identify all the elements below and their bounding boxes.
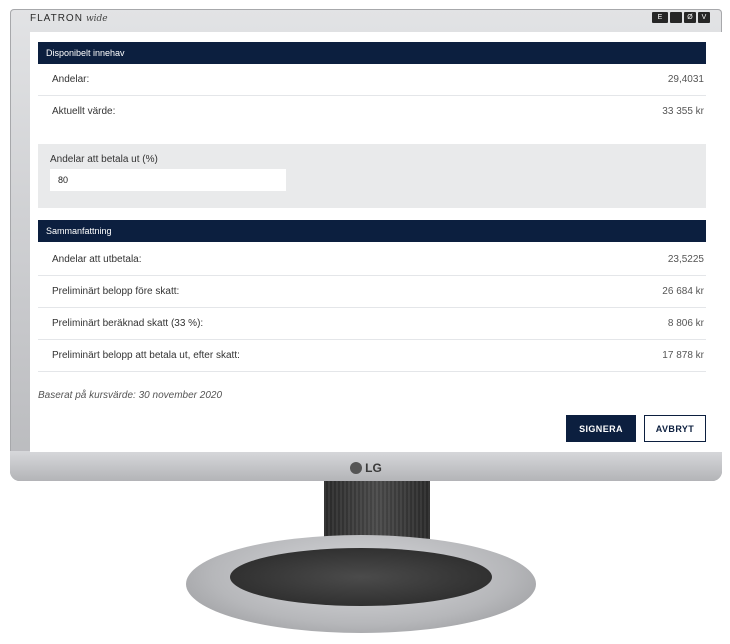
holdings-row-units: Andelar: 29,4031	[38, 64, 706, 96]
monitor-brand: FLATRON wide	[30, 13, 108, 24]
payout-input-panel: Andelar att betala ut (%)	[38, 144, 706, 208]
row-value: 33 355 kr	[662, 106, 704, 117]
screen: Disponibelt innehav Andelar: 29,4031 Akt…	[30, 32, 722, 452]
brand-sub: wide	[85, 14, 108, 24]
row-value: 26 684 kr	[662, 286, 704, 297]
cancel-button[interactable]: AVBRYT	[644, 415, 706, 442]
holdings-row-current-value: Aktuellt värde: 33 355 kr	[38, 96, 706, 128]
power-badge-icon: Ø	[684, 12, 696, 23]
row-value: 17 878 kr	[662, 350, 704, 361]
lg-logo: LG	[10, 461, 722, 475]
certification-badge-icon	[670, 12, 682, 23]
payout-percent-input[interactable]	[50, 169, 286, 191]
summary-row-units-to-pay: Andelar att utbetala: 23,5225	[38, 244, 706, 276]
rate-date-note: Baserat på kursvärde: 30 november 2020	[38, 390, 222, 401]
summary-row-before-tax: Preliminärt belopp före skatt: 26 684 kr	[38, 276, 706, 308]
vesa-badge-icon: V	[698, 12, 710, 23]
row-value: 29,4031	[667, 74, 704, 85]
row-label: Preliminärt beräknad skatt (33 %):	[52, 318, 204, 329]
row-label: Andelar att utbetala:	[52, 254, 142, 265]
row-label: Preliminärt belopp att betala ut, efter …	[52, 350, 240, 361]
row-label: Preliminärt belopp före skatt:	[52, 286, 180, 297]
monitor-badges: E Ø V	[652, 12, 710, 23]
row-value: 23,5225	[667, 254, 704, 265]
row-label: Andelar:	[52, 74, 90, 85]
sign-button[interactable]: SIGNERA	[566, 415, 636, 442]
monitor-bezel-bottom: LG	[10, 451, 722, 481]
payout-input-label: Andelar att betala ut (%)	[50, 154, 158, 165]
summary-row-tax: Preliminärt beräknad skatt (33 %): 8 806…	[38, 308, 706, 340]
brand-name: FLATRON	[30, 13, 83, 24]
monitor-base-inner	[230, 548, 492, 606]
row-value: 8 806 kr	[667, 318, 704, 329]
holdings-header: Disponibelt innehav	[38, 42, 706, 64]
lg-logo-text: LG	[365, 461, 382, 475]
lg-logo-icon	[350, 462, 363, 474]
summary-row-after-tax: Preliminärt belopp att betala ut, efter …	[38, 340, 706, 372]
summary-header: Sammanfattning	[38, 220, 706, 242]
energy-badge-icon: E	[652, 12, 668, 23]
row-label: Aktuellt värde:	[52, 106, 116, 117]
